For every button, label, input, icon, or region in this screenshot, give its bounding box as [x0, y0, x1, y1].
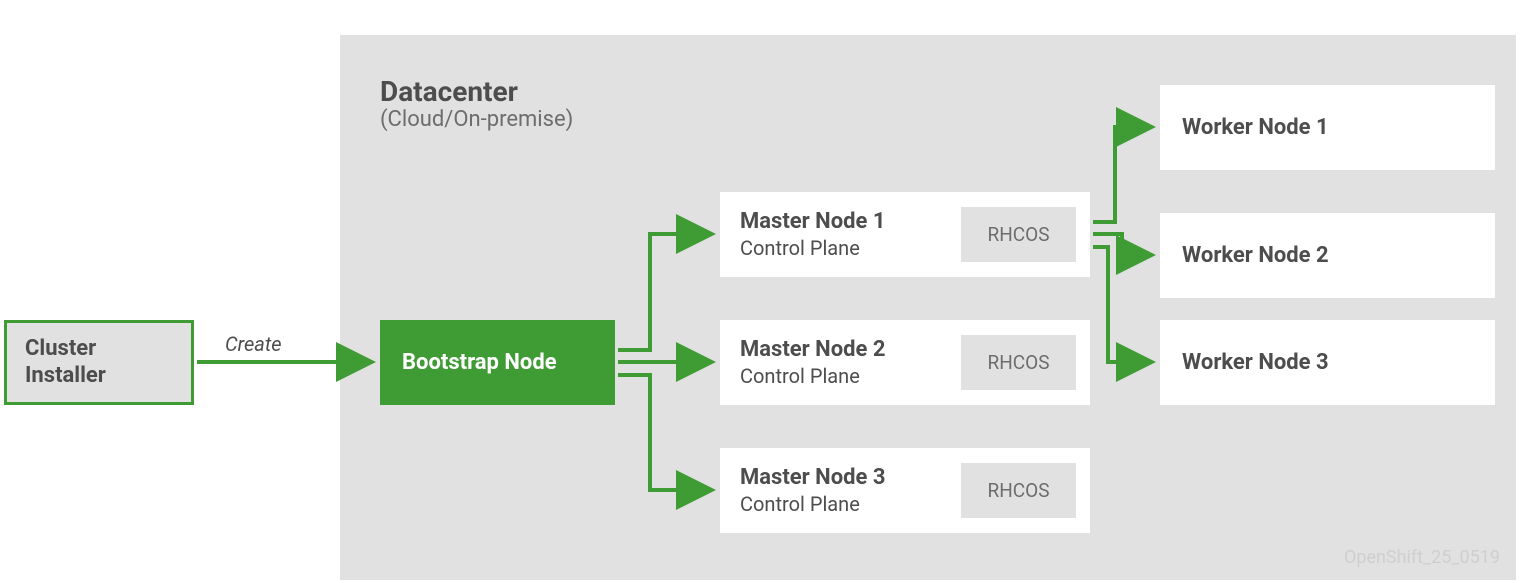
master-node-3-tag: RHCOS [961, 463, 1076, 518]
master-node-3-sub: Control Plane [740, 492, 885, 517]
master-node-1-title: Master Node 1 [740, 208, 885, 236]
master-node-3: Master Node 3 Control Plane RHCOS [720, 448, 1090, 533]
worker-node-2: Worker Node 2 [1160, 213, 1495, 298]
cluster-installer-line2: Installer [25, 363, 106, 388]
master-node-1: Master Node 1 Control Plane RHCOS [720, 192, 1090, 277]
master-node-2-tag: RHCOS [961, 335, 1076, 390]
master-node-1-sub: Control Plane [740, 236, 885, 261]
master-node-1-tag: RHCOS [961, 207, 1076, 262]
master-node-2-sub: Control Plane [740, 364, 885, 389]
master-node-2: Master Node 2 Control Plane RHCOS [720, 320, 1090, 405]
master-node-2-title: Master Node 2 [740, 336, 885, 364]
cluster-installer-line1: Cluster [25, 336, 96, 361]
bootstrap-node-label: Bootstrap Node [402, 350, 557, 375]
cluster-installer-box: Cluster Installer [4, 320, 194, 405]
cluster-installer-label: Cluster Installer [25, 336, 106, 389]
worker-node-3-label: Worker Node 3 [1182, 350, 1329, 375]
worker-node-1: Worker Node 1 [1160, 85, 1495, 170]
datacenter-title: Datacenter [380, 75, 518, 108]
create-label: Create [225, 332, 281, 356]
worker-node-3: Worker Node 3 [1160, 320, 1495, 405]
bootstrap-node-box: Bootstrap Node [380, 320, 615, 405]
worker-node-1-label: Worker Node 1 [1182, 115, 1329, 140]
master-node-3-title: Master Node 3 [740, 464, 885, 492]
footer-id: OpenShift_25_0519 [1344, 547, 1500, 568]
datacenter-subtitle: (Cloud/On-premise) [380, 107, 573, 132]
worker-node-2-label: Worker Node 2 [1182, 243, 1329, 268]
